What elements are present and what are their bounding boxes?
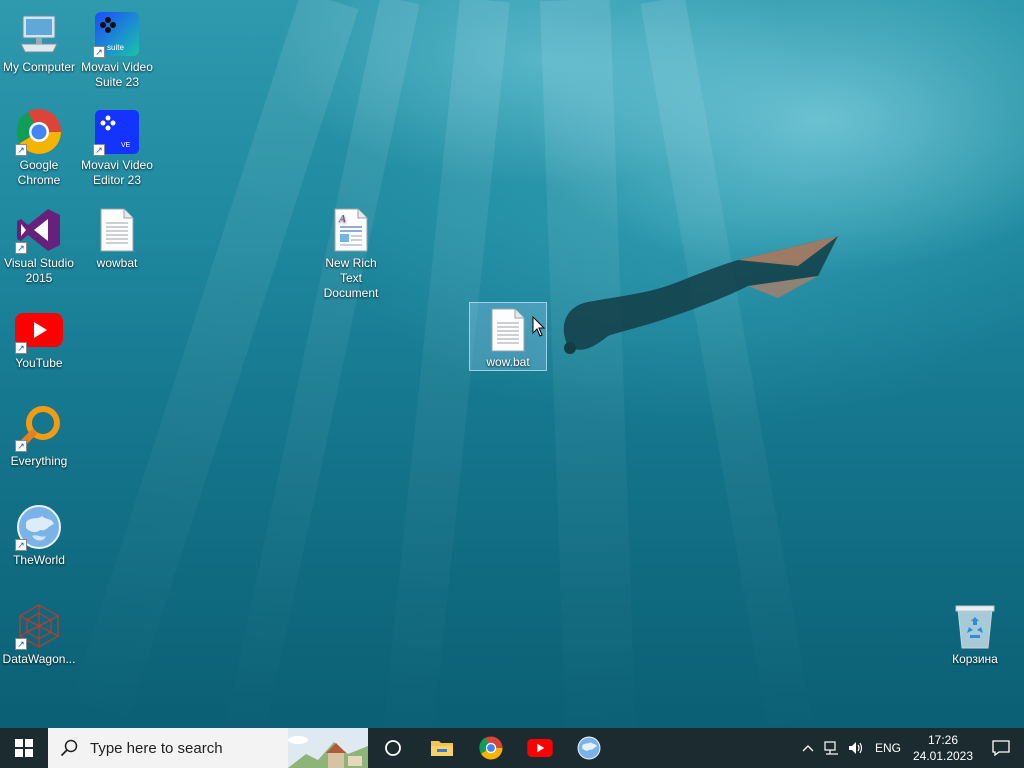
desktop-icon-my-computer[interactable]: My Computer <box>0 4 78 75</box>
desktop-icon-youtube[interactable]: ↗ YouTube <box>0 300 78 371</box>
shortcut-arrow-icon: ↗ <box>15 638 27 650</box>
search-placeholder: Type here to search <box>90 739 223 757</box>
icon-label: Movavi Video Editor 23 <box>81 158 153 187</box>
desktop-icon-movavi-suite[interactable]: suite ↗ Movavi Video Suite 23 <box>78 4 156 90</box>
desktop-icon-visual-studio[interactable]: ↗ Visual Studio 2015 <box>0 200 78 286</box>
movavi-editor-icon: VE ↗ <box>93 108 141 156</box>
icon-label: DataWagon... <box>2 652 76 666</box>
icon-label: TheWorld <box>13 553 65 567</box>
rich-text-icon: A <box>327 206 375 254</box>
icon-label: My Computer <box>2 60 76 74</box>
desktop-icon-wowbat[interactable]: wowbat <box>78 200 156 271</box>
recycle-bin-icon <box>951 602 999 650</box>
speaker-icon <box>849 742 863 754</box>
task-view-icon <box>384 740 401 756</box>
computer-icon <box>15 10 63 58</box>
globe-browser-icon: ↗ <box>15 503 63 551</box>
network-icon <box>824 741 838 755</box>
desktop-icon-new-rich-text-document[interactable]: A New Rich Text Document <box>312 200 390 301</box>
icon-label: Movavi Video Suite 23 <box>81 60 153 89</box>
movavi-suite-icon: suite ↗ <box>93 10 141 58</box>
task-view-button[interactable] <box>368 728 417 768</box>
icon-label: Everything <box>10 454 68 468</box>
movavi-suite-badge: suite <box>107 43 124 52</box>
mouse-cursor-icon <box>532 316 546 337</box>
taskbar-file-explorer[interactable] <box>417 728 466 768</box>
datawagon-icon: ↗ <box>15 602 63 650</box>
windows-logo-icon <box>15 739 33 757</box>
clock-date: 24.01.2023 <box>912 749 974 763</box>
shortcut-arrow-icon: ↗ <box>15 342 27 354</box>
clock[interactable]: 17:26 24.01.2023 <box>908 732 978 764</box>
desktop-icon-google-chrome[interactable]: ↗ Google Chrome <box>0 102 78 188</box>
chrome-icon <box>478 736 502 760</box>
taskbar-chrome[interactable] <box>466 728 515 768</box>
shortcut-arrow-icon: ↗ <box>93 144 105 156</box>
shortcut-arrow-icon: ↗ <box>93 46 105 58</box>
svg-text:A: A <box>338 213 346 225</box>
icon-label: wow.bat <box>486 355 530 369</box>
notification-icon <box>992 740 1010 756</box>
search-box[interactable]: Type here to search <box>48 728 368 768</box>
icon-label: Visual Studio 2015 <box>4 256 74 285</box>
icon-label: YouTube <box>15 356 63 370</box>
icon-label: Google Chrome <box>17 158 61 187</box>
network-button[interactable] <box>820 741 844 755</box>
start-button[interactable] <box>0 728 48 768</box>
shortcut-arrow-icon: ↗ <box>15 440 27 452</box>
everything-search-icon: ↗ <box>15 404 63 452</box>
icon-label: New Rich Text Document <box>323 256 379 300</box>
desktop[interactable]: My Computer ↗ Google Chrome ↗ Visual Stu… <box>0 0 1024 728</box>
visual-studio-icon: ↗ <box>15 206 63 254</box>
action-center-button[interactable] <box>978 740 1024 756</box>
youtube-icon <box>526 739 553 757</box>
theworld-icon <box>577 736 600 760</box>
shortcut-arrow-icon: ↗ <box>15 539 27 551</box>
youtube-icon: ↗ <box>15 306 63 354</box>
search-highlight-illustration <box>288 728 368 768</box>
volume-button[interactable] <box>844 741 868 755</box>
taskbar: Type here to search ENG 17:26 24.01.2023 <box>0 728 1024 768</box>
desktop-icon-theworld[interactable]: ↗ TheWorld <box>0 497 78 568</box>
icon-label: Корзина <box>952 652 998 666</box>
clock-time: 17:26 <box>927 733 959 747</box>
desktop-icon-everything[interactable]: ↗ Everything <box>0 398 78 469</box>
desktop-icon-recycle-bin[interactable]: Корзина <box>936 596 1014 667</box>
file-explorer-icon <box>430 741 453 756</box>
shortcut-arrow-icon: ↗ <box>15 144 27 156</box>
chrome-icon: ↗ <box>15 108 63 156</box>
system-tray: ENG 17:26 24.01.2023 <box>796 728 1024 768</box>
desktop-icon-datawagon[interactable]: ↗ DataWagon... <box>0 596 78 667</box>
freediver-silhouette <box>563 236 838 354</box>
shortcut-arrow-icon: ↗ <box>15 242 27 254</box>
chevron-up-icon <box>802 745 814 752</box>
icon-label: wowbat <box>96 256 138 270</box>
language-indicator[interactable]: ENG <box>868 741 908 755</box>
text-file-icon <box>93 206 141 254</box>
taskbar-theworld[interactable] <box>564 728 613 768</box>
taskbar-youtube[interactable] <box>515 728 564 768</box>
desktop-icon-movavi-editor[interactable]: VE ↗ Movavi Video Editor 23 <box>78 102 156 188</box>
batch-file-icon <box>484 306 532 353</box>
movavi-editor-badge: VE <box>121 142 131 149</box>
search-icon <box>60 739 78 757</box>
show-hidden-icons-button[interactable] <box>796 744 820 752</box>
